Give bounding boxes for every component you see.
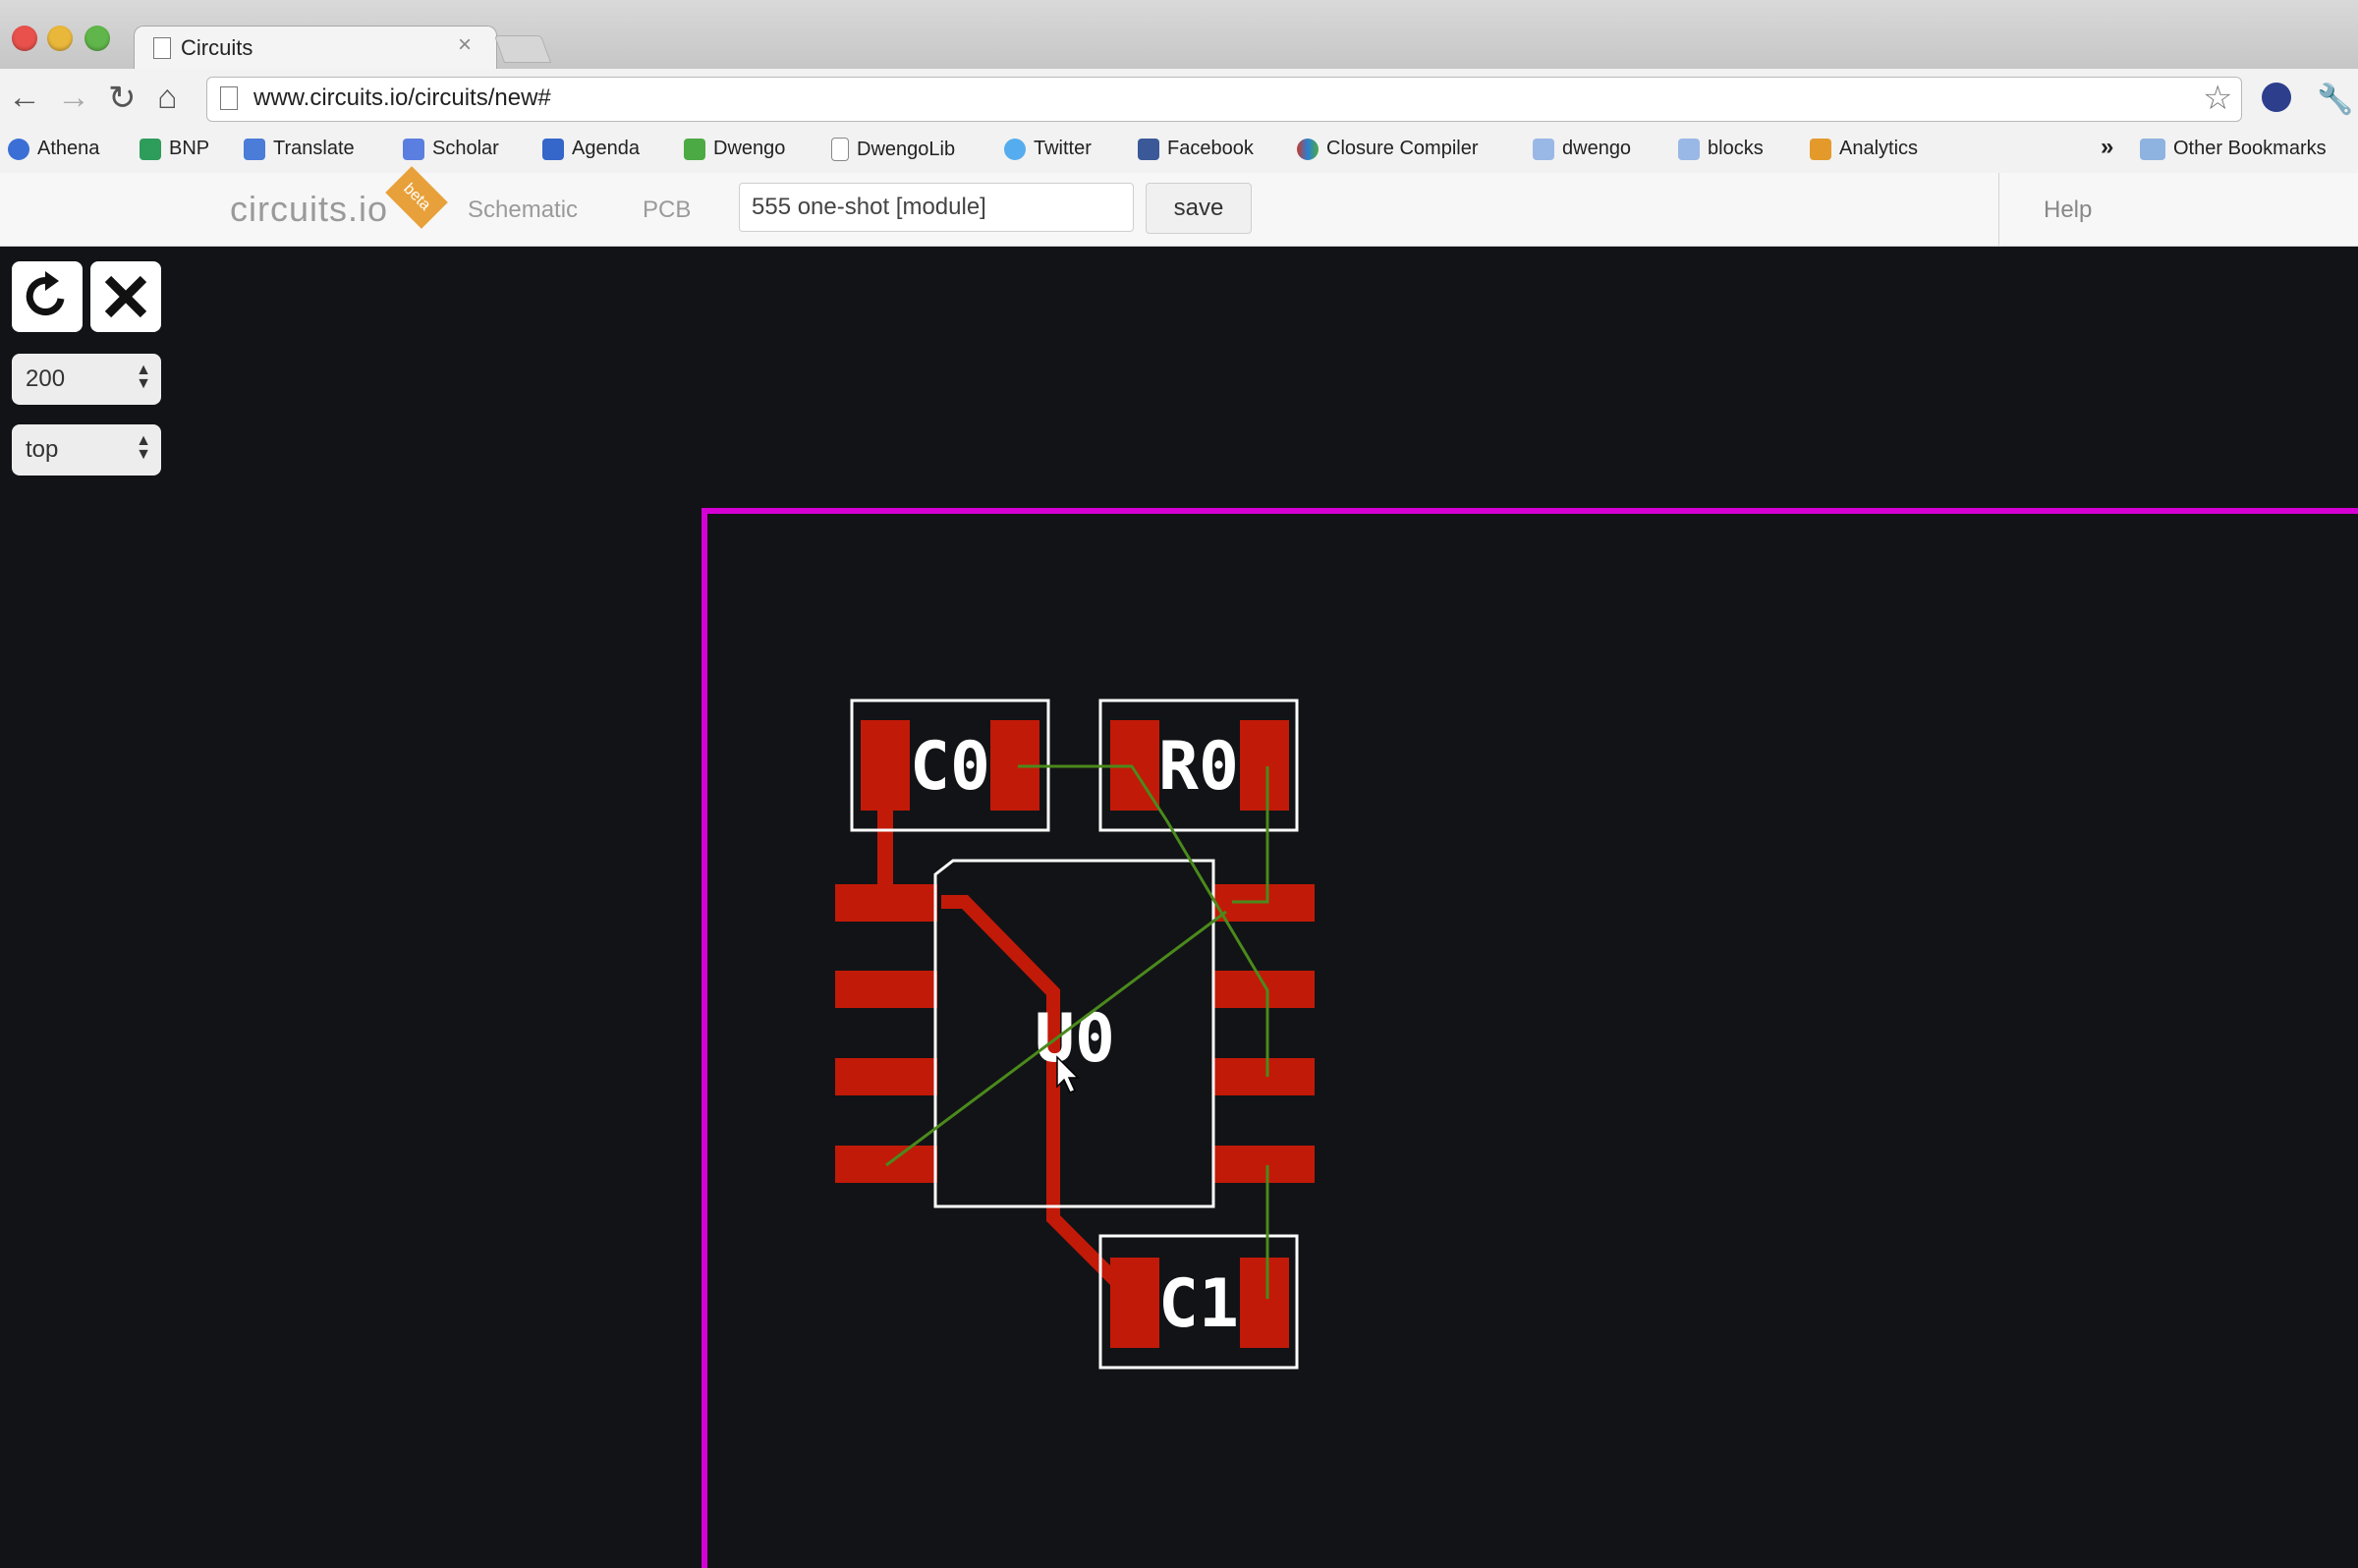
bookmark-label: Closure Compiler [1326,138,1479,159]
bookmark-twitter[interactable]: Twitter [1004,138,1092,160]
component-c1[interactable]: C1 [1098,1234,1299,1370]
bookmark-icon [542,138,564,160]
window-maximize-button[interactable] [84,26,110,51]
bookmark-agenda[interactable]: Agenda [542,138,640,160]
bookmark-icon [1533,138,1554,160]
mouse-cursor-icon [1056,1055,1080,1093]
component-c0[interactable]: C0 [850,699,1050,832]
bookmark-blocks[interactable]: blocks [1678,138,1764,160]
bookmark-icon [684,138,705,160]
bookmark-label: Dwengo [713,138,786,159]
bookmarks-overflow-button[interactable]: » [2101,134,2113,161]
bookmark-analytics[interactable]: Analytics [1810,138,1918,160]
rotate-button[interactable] [12,261,83,332]
c1-label: C1 [1158,1265,1239,1343]
bookmark-label: Scholar [432,138,499,159]
page-icon [831,138,849,161]
nav-pcb[interactable]: PCB [643,196,691,224]
bookmark-label: DwengoLib [857,138,956,160]
url-text: www.circuits.io/circuits/new# [253,84,551,111]
bookmark-dwengolib[interactable]: DwengoLib [831,138,955,161]
tab-close-icon[interactable]: × [458,31,472,59]
component-u0[interactable]: U0 [933,859,1215,1208]
c0-label: C0 [910,728,990,806]
bookmark-dwengo-folder[interactable]: dwengo [1533,138,1631,160]
analytics-icon [1810,138,1831,160]
layer-select[interactable]: top ▲ ▼ [12,424,161,476]
delete-button[interactable] [90,261,161,332]
extension-icon[interactable] [2262,83,2291,112]
wrench-icon[interactable]: 🔧 [2317,83,2353,117]
copper-traces[interactable] [877,806,1121,1286]
bookmark-label: BNP [169,138,210,159]
folder-icon [2140,138,2165,160]
u0-pads[interactable] [835,884,1315,1183]
bookmark-label: blocks [1708,138,1764,159]
help-link[interactable]: Help [2044,196,2092,224]
twitter-icon [1004,138,1026,160]
reload-icon[interactable]: ↻ [108,79,137,118]
select-arrows-icon: ▲ ▼ [136,432,151,463]
page-icon [153,37,171,59]
bookmark-closure-compiler[interactable]: Closure Compiler [1297,138,1479,160]
board-outline[interactable] [702,508,2358,1568]
bookmark-icon [8,138,29,160]
page-icon [220,86,238,110]
ratsnest-lines [885,764,1269,1299]
nav-schematic[interactable]: Schematic [468,196,578,224]
u0-label: U0 [1035,1000,1115,1078]
bookmark-icon [140,138,161,160]
bookmark-bnp[interactable]: BNP [140,138,209,160]
r0-label: R0 [1158,728,1239,806]
bookmark-label: Translate [273,138,355,159]
bookmark-label: Facebook [1167,138,1254,159]
closure-icon [1297,138,1319,160]
divider [1998,173,1999,246]
close-icon [104,275,147,318]
select-arrows-icon: ▲ ▼ [136,362,151,392]
zoom-select[interactable]: 200 ▲ ▼ [12,354,161,405]
new-tab-button[interactable] [493,35,552,63]
star-icon[interactable]: ☆ [2203,79,2232,118]
bookmark-label: Twitter [1034,138,1092,159]
layer-value: top [26,436,59,463]
bookmark-dwengo[interactable]: Dwengo [684,138,785,160]
bookmark-athena[interactable]: Athena [8,138,99,160]
bookmark-translate[interactable]: Translate [244,138,355,160]
other-bookmarks-label: Other Bookmarks [2173,138,2327,159]
window-minimize-button[interactable] [47,26,73,51]
bookmark-icon [244,138,265,160]
beta-label: beta [400,180,434,214]
save-button[interactable]: save [1146,183,1252,234]
facebook-icon [1138,138,1159,160]
rotate-icon [26,271,65,316]
tab-title: Circuits [181,35,253,60]
bookmark-label: Agenda [572,138,640,159]
circuit-name-input[interactable] [739,183,1134,232]
home-icon[interactable]: ⌂ [157,79,178,117]
bookmark-label: Athena [37,138,100,159]
back-icon[interactable]: ← [8,79,41,117]
bookmark-icon [1678,138,1700,160]
component-r0[interactable]: R0 [1098,699,1299,832]
bookmark-label: Analytics [1839,138,1919,159]
other-bookmarks[interactable]: Other Bookmarks [2140,138,2327,160]
window-close-button[interactable] [12,26,37,51]
bookmark-label: dwengo [1562,138,1632,159]
bookmark-icon [403,138,424,160]
forward-icon[interactable]: → [57,79,90,117]
app-logo[interactable]: circuits.io [230,189,388,230]
bookmark-facebook[interactable]: Facebook [1138,138,1254,160]
zoom-value: 200 [26,365,66,392]
bookmark-scholar[interactable]: Scholar [403,138,499,160]
